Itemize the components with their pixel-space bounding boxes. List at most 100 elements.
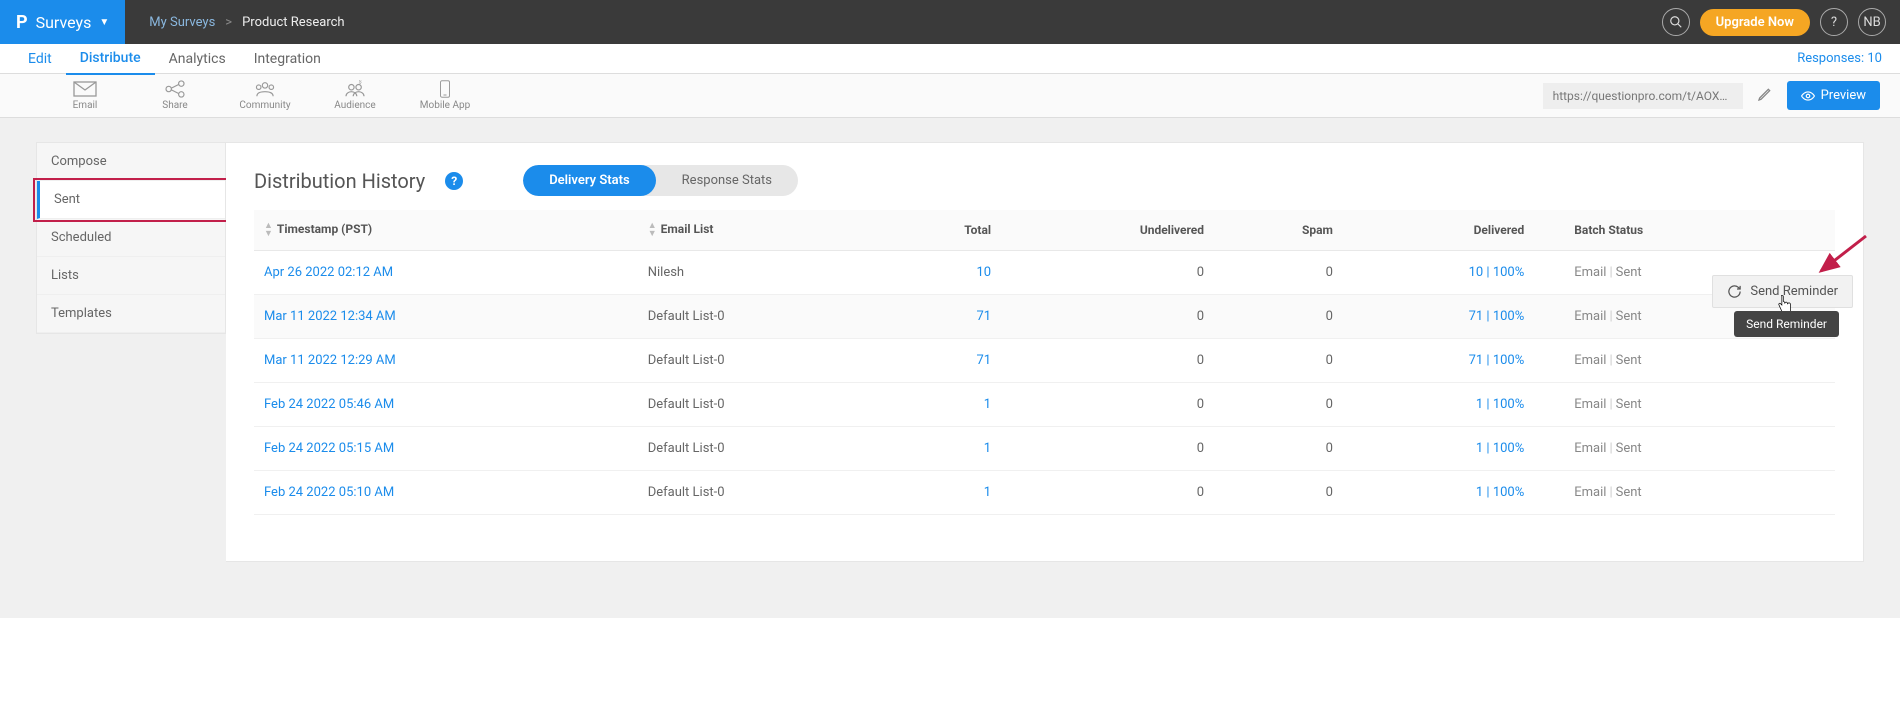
main-panel: Distribution History ? Delivery Stats Re… — [226, 142, 1864, 562]
delivered-cell: 10 | 100% — [1469, 265, 1525, 280]
col-email-list[interactable]: ▲▼Email List — [638, 210, 883, 251]
stats-toggle: Delivery Stats Response Stats — [523, 165, 798, 196]
delivered-cell: 1 | 100% — [1476, 441, 1524, 456]
pill-response-stats[interactable]: Response Stats — [656, 165, 798, 196]
spam-cell: 0 — [1214, 471, 1343, 515]
tool-label: Email — [73, 100, 98, 111]
search-button[interactable] — [1662, 8, 1690, 36]
tool-share[interactable]: Share — [130, 80, 220, 111]
email-icon — [73, 80, 97, 98]
help-icon[interactable]: ? — [445, 172, 463, 190]
eye-icon — [1801, 89, 1815, 103]
table-row[interactable]: Mar 11 2022 12:34 AMDefault List-0710071… — [254, 295, 1835, 339]
refresh-icon — [1727, 284, 1742, 299]
tool-email[interactable]: Email — [40, 80, 130, 111]
email-list-cell: Default List-0 — [638, 427, 883, 471]
total-cell: 71 — [976, 309, 991, 324]
sort-icon: ▲▼ — [264, 222, 273, 238]
table-row[interactable]: Apr 26 2022 02:12 AMNilesh100010 | 100%E… — [254, 251, 1835, 295]
sidebar-item-compose[interactable]: Compose — [37, 143, 225, 181]
page-title: Distribution History — [254, 169, 425, 193]
col-delivered[interactable]: Delivered — [1343, 210, 1534, 251]
total-cell: 71 — [976, 353, 991, 368]
tool-label: Community — [239, 100, 290, 111]
body: Compose Sent Scheduled Lists Templates D… — [0, 118, 1900, 618]
col-total[interactable]: Total — [883, 210, 1001, 251]
col-undelivered[interactable]: Undelivered — [1001, 210, 1214, 251]
batch-status-cell: Email|Sent — [1534, 427, 1835, 471]
distribution-table: ▲▼Timestamp (PST) ▲▼Email List Total Und… — [254, 210, 1835, 515]
main-tabs: Edit Distribute Analytics Integration Re… — [0, 44, 1900, 74]
col-timestamp[interactable]: ▲▼Timestamp (PST) — [254, 210, 638, 251]
mobile-icon — [438, 80, 452, 98]
col-spam[interactable]: Spam — [1214, 210, 1343, 251]
sidebar-item-scheduled[interactable]: Scheduled — [37, 219, 225, 257]
email-list-cell: Default List-0 — [638, 471, 883, 515]
responses-count[interactable]: Responses: 10 — [1797, 51, 1886, 66]
tool-label: Share — [162, 100, 187, 111]
preview-label: Preview — [1821, 88, 1866, 103]
sort-icon: ▲▼ — [648, 222, 657, 238]
timestamp-link[interactable]: Feb 24 2022 05:15 AM — [264, 441, 394, 456]
help-button[interactable]: ? — [1820, 8, 1848, 36]
email-list-cell: Default List-0 — [638, 295, 883, 339]
tab-analytics[interactable]: Analytics — [155, 44, 240, 74]
total-cell: 1 — [984, 441, 991, 456]
batch-status-cell: Email|Sent — [1534, 339, 1835, 383]
timestamp-link[interactable]: Feb 24 2022 05:46 AM — [264, 397, 394, 412]
breadcrumb-root[interactable]: My Surveys — [149, 15, 215, 30]
upgrade-button[interactable]: Upgrade Now — [1700, 9, 1810, 36]
table-row[interactable]: Feb 24 2022 05:46 AMDefault List-01001 |… — [254, 383, 1835, 427]
email-list-cell: Default List-0 — [638, 339, 883, 383]
send-reminder-label: Send Reminder — [1750, 284, 1838, 299]
tab-edit[interactable]: Edit — [14, 44, 66, 74]
email-list-cell: Nilesh — [638, 251, 883, 295]
delivered-cell: 71 | 100% — [1469, 353, 1525, 368]
tab-integration[interactable]: Integration — [240, 44, 335, 74]
table-row[interactable]: Mar 11 2022 12:29 AMDefault List-0710071… — [254, 339, 1835, 383]
undelivered-cell: 0 — [1001, 471, 1214, 515]
timestamp-link[interactable]: Apr 26 2022 02:12 AM — [264, 265, 393, 280]
surveys-label: Surveys — [36, 13, 92, 32]
topbar: P Surveys ▼ My Surveys > Product Researc… — [0, 0, 1900, 44]
batch-status-cell: Email|Sent — [1534, 471, 1835, 515]
tool-label: Mobile App — [420, 100, 470, 111]
sidebar-item-sent[interactable]: Sent — [37, 181, 225, 219]
svg-text:$: $ — [359, 80, 362, 86]
timestamp-link[interactable]: Feb 24 2022 05:10 AM — [264, 485, 394, 500]
sidebar: Compose Sent Scheduled Lists Templates — [36, 142, 226, 334]
breadcrumb-sep-icon: > — [225, 15, 232, 30]
survey-url-box[interactable]: https://questionpro.com/t/AOXAyZrIjI — [1543, 83, 1743, 109]
timestamp-link[interactable]: Mar 11 2022 12:29 AM — [264, 353, 396, 368]
avatar[interactable]: NB — [1858, 8, 1886, 36]
send-reminder-tooltip: Send Reminder — [1734, 311, 1839, 337]
delivered-cell: 1 | 100% — [1476, 397, 1524, 412]
table-row[interactable]: Feb 24 2022 05:15 AMDefault List-01001 |… — [254, 427, 1835, 471]
sidebar-item-templates[interactable]: Templates — [37, 295, 225, 333]
surveys-dropdown[interactable]: P Surveys ▼ — [0, 0, 125, 44]
preview-button[interactable]: Preview — [1787, 81, 1880, 110]
pencil-icon — [1757, 86, 1773, 102]
share-icon — [164, 80, 186, 98]
total-cell: 10 — [976, 265, 991, 280]
spam-cell: 0 — [1214, 251, 1343, 295]
table-row[interactable]: Feb 24 2022 05:10 AMDefault List-01001 |… — [254, 471, 1835, 515]
total-cell: 1 — [984, 485, 991, 500]
tool-community[interactable]: Community — [220, 80, 310, 111]
distribute-toolbar: Email Share Community $ Audience Mobile … — [0, 74, 1900, 118]
col-batch-status[interactable]: Batch Status — [1534, 210, 1835, 251]
spam-cell: 0 — [1214, 427, 1343, 471]
tool-audience[interactable]: $ Audience — [310, 80, 400, 111]
send-reminder-button[interactable]: Send Reminder — [1712, 275, 1853, 308]
timestamp-link[interactable]: Mar 11 2022 12:34 AM — [264, 309, 396, 324]
pill-delivery-stats[interactable]: Delivery Stats — [523, 165, 655, 196]
tab-distribute[interactable]: Distribute — [66, 43, 155, 75]
delivered-cell: 1 | 100% — [1476, 485, 1524, 500]
logo-icon: P — [16, 12, 28, 33]
tool-mobile-app[interactable]: Mobile App — [400, 80, 490, 111]
edit-url-button[interactable] — [1743, 86, 1787, 106]
total-cell: 1 — [984, 397, 991, 412]
sidebar-item-lists[interactable]: Lists — [37, 257, 225, 295]
topbar-right: Upgrade Now ? NB — [1662, 0, 1900, 44]
undelivered-cell: 0 — [1001, 427, 1214, 471]
